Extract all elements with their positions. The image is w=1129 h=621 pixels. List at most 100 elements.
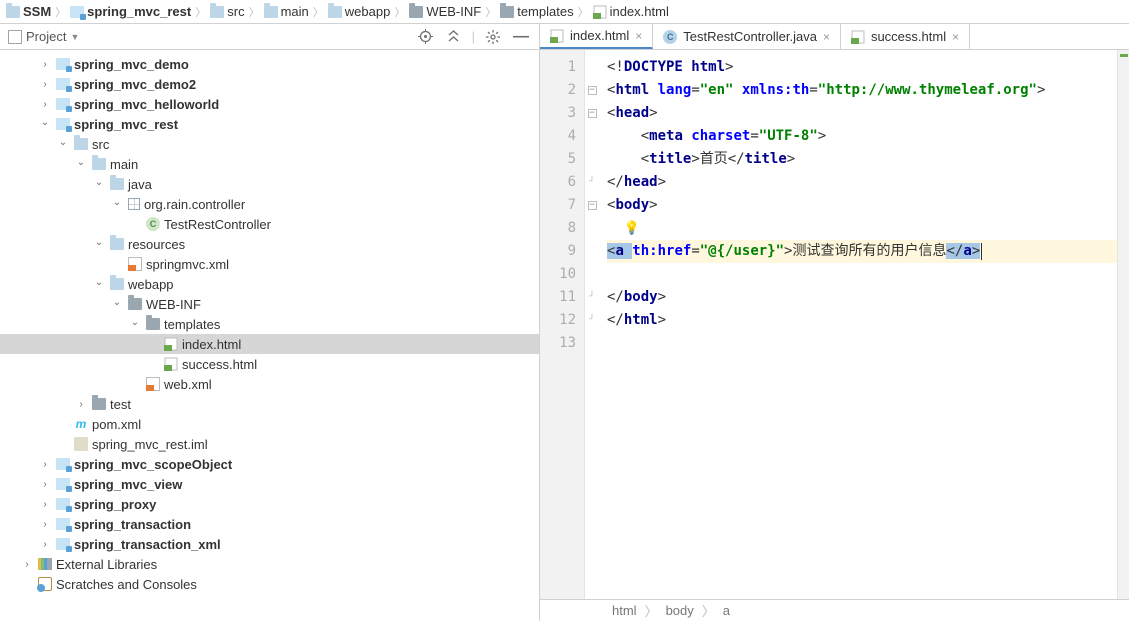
breadcrumb-item[interactable]: templates (500, 4, 573, 19)
line-number: 10 (540, 263, 576, 286)
code-area[interactable]: <!DOCTYPE html> <html lang="en" xmlns:th… (599, 50, 1117, 599)
tree-item[interactable]: › spring_mvc_view (0, 474, 539, 494)
tree-item[interactable]: spring_mvc_rest.iml (0, 434, 539, 454)
tree-label: spring_mvc_view (74, 477, 182, 492)
tree-label: src (92, 137, 109, 152)
tree-item[interactable]: ›spring_transaction_xml (0, 534, 539, 554)
tree-item[interactable]: ⌄spring_mvc_rest (0, 114, 539, 134)
marker-ok (1120, 54, 1128, 57)
expand-arrow-icon[interactable]: › (20, 557, 34, 571)
breadcrumb-item[interactable]: webapp (328, 4, 391, 19)
expand-arrow-icon[interactable]: ⌄ (74, 155, 88, 169)
expand-arrow-icon[interactable]: ⌄ (92, 275, 106, 289)
expand-arrow-icon[interactable]: › (38, 457, 52, 471)
breadcrumb-item[interactable]: WEB-INF (409, 4, 481, 19)
tab-success-html[interactable]: success.html × (841, 24, 970, 49)
fold-icon[interactable]: − (588, 86, 597, 95)
tree-label: Scratches and Consoles (56, 577, 197, 592)
tree-item[interactable]: index.html (0, 334, 539, 354)
expand-arrow-icon[interactable]: › (38, 57, 52, 71)
expand-arrow-icon[interactable] (146, 357, 160, 371)
tree-item[interactable]: web.xml (0, 374, 539, 394)
tree-item[interactable]: ›spring_mvc_helloworld (0, 94, 539, 114)
tree-item[interactable]: ›test (0, 394, 539, 414)
breadcrumb-item[interactable]: index.html (593, 4, 669, 19)
expand-arrow-icon[interactable]: ⌄ (128, 315, 142, 329)
expand-arrow-icon[interactable] (56, 417, 70, 431)
tree-item[interactable]: springmvc.xml (0, 254, 539, 274)
breadcrumb-item[interactable]: src (210, 4, 244, 19)
fold-icon[interactable]: − (588, 109, 597, 118)
tree-item[interactable]: mpom.xml (0, 414, 539, 434)
editor-tabs: index.html × C TestRestController.java ×… (540, 24, 1129, 49)
tree-item[interactable]: ⌄webapp (0, 274, 539, 294)
expand-arrow-icon[interactable]: › (38, 77, 52, 91)
tree-item[interactable]: ⌄main (0, 154, 539, 174)
breadcrumb-item[interactable]: spring_mvc_rest (70, 4, 191, 19)
fold-gutter[interactable]: − − ┘ − ┘ ┘ (585, 50, 599, 599)
fold-icon[interactable]: − (588, 201, 597, 210)
tree-item[interactable]: ⌄templates (0, 314, 539, 334)
hide-icon[interactable]: — (511, 27, 531, 47)
error-stripe[interactable] (1117, 50, 1129, 599)
tree-item[interactable]: ›External Libraries (0, 554, 539, 574)
tree-item[interactable]: ›spring_mvc_demo (0, 54, 539, 74)
path-item[interactable]: html (612, 603, 637, 618)
tree-label: TestRestController (164, 217, 271, 232)
close-icon[interactable]: × (635, 29, 642, 43)
tab-index-html[interactable]: index.html × (540, 24, 653, 49)
gear-icon[interactable] (483, 27, 503, 47)
tree-item[interactable]: ⌄ java (0, 174, 539, 194)
locate-icon[interactable] (416, 27, 436, 47)
tree-item[interactable]: ⌄org.rain.controller (0, 194, 539, 214)
expand-arrow-icon[interactable]: › (38, 537, 52, 551)
project-dropdown[interactable]: Project ▼ (8, 29, 79, 44)
tree-item[interactable]: ⌄ resources (0, 234, 539, 254)
expand-arrow-icon[interactable] (128, 217, 142, 231)
tree-item[interactable]: ⌄ src (0, 134, 539, 154)
tree-label: resources (128, 237, 185, 252)
intention-bulb-icon[interactable]: 💡 (624, 221, 640, 236)
expand-arrow-icon[interactable]: ⌄ (110, 295, 124, 309)
breadcrumb-item[interactable]: SSM (6, 4, 51, 19)
breadcrumb-item[interactable]: main (264, 4, 309, 19)
close-icon[interactable]: × (952, 30, 959, 44)
expand-arrow-icon[interactable]: › (38, 477, 52, 491)
expand-arrow-icon[interactable] (146, 337, 160, 351)
path-item[interactable]: a (723, 603, 730, 618)
expand-arrow-icon[interactable]: ⌄ (92, 235, 106, 249)
path-item[interactable]: body (666, 603, 694, 618)
tree-item[interactable]: CTestRestController (0, 214, 539, 234)
tree-label: java (128, 177, 152, 192)
line-number: 3 (540, 102, 576, 125)
line-number: 6 (540, 171, 576, 194)
tree-label: spring_mvc_scopeObject (74, 457, 232, 472)
expand-arrow-icon[interactable]: › (74, 397, 88, 411)
folder-icon (74, 138, 88, 150)
expand-arrow-icon[interactable]: ⌄ (38, 115, 52, 129)
tree-item[interactable]: › spring_mvc_scopeObject (0, 454, 539, 474)
expand-arrow-icon[interactable] (128, 377, 142, 391)
tree-label: springmvc.xml (146, 257, 229, 272)
tree-item[interactable]: success.html (0, 354, 539, 374)
expand-arrow-icon[interactable]: ⌄ (92, 175, 106, 189)
expand-arrow-icon[interactable] (20, 577, 34, 591)
expand-all-icon[interactable] (444, 27, 464, 47)
code-editor[interactable]: 12345678910111213 − − ┘ − ┘ ┘ <!DOCTYPE … (540, 50, 1129, 599)
tree-item[interactable]: Scratches and Consoles (0, 574, 539, 594)
tree-item[interactable]: ›spring_transaction (0, 514, 539, 534)
tree-item[interactable]: ›spring_mvc_demo2 (0, 74, 539, 94)
expand-arrow-icon[interactable]: ⌄ (56, 135, 70, 149)
expand-arrow-icon[interactable]: › (38, 517, 52, 531)
tree-item[interactable]: ›spring_proxy (0, 494, 539, 514)
module-icon (56, 58, 70, 70)
expand-arrow-icon[interactable]: › (38, 497, 52, 511)
expand-arrow-icon[interactable]: ⌄ (110, 195, 124, 209)
expand-arrow-icon[interactable]: › (38, 97, 52, 111)
tab-testrestcontroller[interactable]: C TestRestController.java × (653, 24, 841, 49)
project-tree[interactable]: ›spring_mvc_demo›spring_mvc_demo2›spring… (0, 50, 540, 621)
tree-item[interactable]: ⌄WEB-INF (0, 294, 539, 314)
expand-arrow-icon[interactable] (110, 257, 124, 271)
close-icon[interactable]: × (823, 30, 830, 44)
expand-arrow-icon[interactable] (56, 437, 70, 451)
